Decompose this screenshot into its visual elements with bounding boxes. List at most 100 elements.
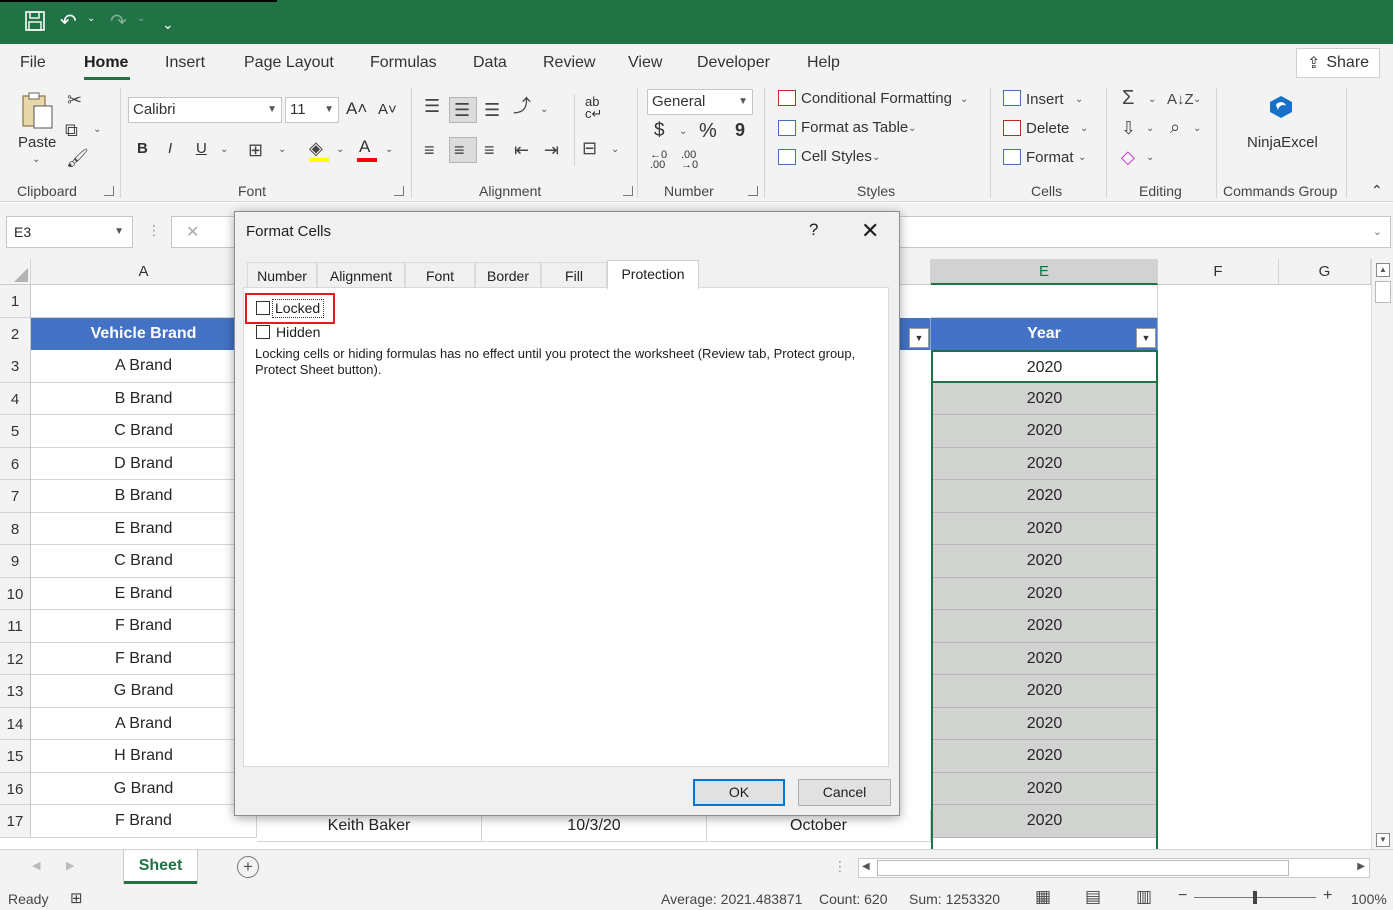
status-average[interactable]: Average: 2021.483871 [661,891,802,907]
normal-view-icon[interactable]: ▦ [1035,887,1051,907]
tab-home[interactable]: Home [84,54,128,72]
add-sheet-icon[interactable]: + [237,856,259,878]
insert-dropdown-icon[interactable]: ⌄ [1075,94,1083,105]
row-header[interactable]: 17 [0,805,31,838]
cancel-entry-icon[interactable]: ✕ [186,222,199,242]
row-header[interactable]: 15 [0,740,31,773]
clear-icon[interactable]: ◇ [1121,147,1135,167]
cell-vehicle-brand[interactable]: H Brand [31,740,257,773]
borders-dropdown-icon[interactable]: ⌄ [278,144,286,155]
cancel-button[interactable]: Cancel [798,779,891,806]
tab-insert[interactable]: Insert [165,54,205,72]
cell-vehicle-brand[interactable]: C Brand [31,415,257,448]
horizontal-scrollbar[interactable]: ◀ ▶ [858,858,1370,878]
scroll-left-icon[interactable]: ◀ [862,861,870,872]
filter-dropdown-icon[interactable]: ▼ [909,328,929,348]
column-header-e[interactable]: E [931,259,1158,285]
hidden-label[interactable]: Hidden [276,324,320,340]
cell-vehicle-brand[interactable]: G Brand [31,772,257,805]
fill-color-icon[interactable]: ◈ [309,138,323,158]
increase-font-icon[interactable]: A˄ [346,99,367,119]
format-as-table-dropdown-icon[interactable]: ⌄ [908,123,916,134]
cell-a1[interactable] [31,285,257,318]
row-header[interactable]: 5 [0,415,31,448]
row-header[interactable]: 12 [0,642,31,675]
tab-formulas[interactable]: Formulas [370,54,437,72]
horizontal-scroll-thumb[interactable] [877,860,1289,876]
ok-button[interactable]: OK [693,779,785,806]
dialog-tab-alignment[interactable]: Alignment [317,262,405,288]
font-color-icon[interactable]: A [359,137,370,157]
percent-style-button[interactable]: % [699,120,717,143]
column-header-g[interactable]: G [1279,259,1371,285]
status-count[interactable]: Count: 620 [819,891,888,907]
orientation-dropdown-icon[interactable]: ⌄ [540,104,548,115]
zoom-in-icon[interactable]: + [1323,887,1332,905]
row-header[interactable]: 2 [0,318,31,351]
row-header[interactable]: 3 [0,350,31,383]
select-all-corner[interactable] [0,259,31,285]
font-color-dropdown-icon[interactable]: ⌄ [385,144,393,155]
undo-dropdown-icon[interactable]: ⌄ [87,13,95,24]
row-header[interactable]: 4 [0,382,31,415]
cell-vehicle-brand[interactable]: E Brand [31,512,257,545]
tab-review[interactable]: Review [543,54,595,72]
cell-vehicle-brand[interactable]: B Brand [31,382,257,415]
row-header[interactable]: 11 [0,610,31,643]
macro-record-icon[interactable]: ⊞ [70,889,83,907]
paste-icon[interactable] [20,90,54,130]
fill-color-dropdown-icon[interactable]: ⌄ [336,144,344,155]
tab-file[interactable]: File [20,54,46,72]
format-cells-button[interactable]: Format [1026,149,1074,166]
cell-vehicle-brand[interactable]: G Brand [31,675,257,708]
increase-decimal-icon[interactable]: ←0.00 [650,150,667,171]
copy-icon[interactable]: ⧉ [65,120,78,140]
cell-e1[interactable] [931,285,1158,318]
cell-vehicle-brand[interactable]: A Brand [31,350,257,383]
row-header[interactable]: 9 [0,545,31,578]
ninja-excel-button[interactable]: NinjaExcel [1247,134,1318,151]
tab-help[interactable]: Help [807,54,840,72]
find-select-icon[interactable]: ⌕ [1170,117,1180,137]
clear-dropdown-icon[interactable]: ⌄ [1146,152,1154,163]
sort-dropdown-icon[interactable]: ⌄ [1193,94,1201,105]
underline-dropdown-icon[interactable]: ⌄ [220,144,228,155]
column-header-d[interactable] [899,259,931,285]
redo-dropdown-icon[interactable]: ⌄ [137,13,145,24]
expand-formula-bar-icon[interactable]: ⌄ [1373,225,1382,238]
scroll-right-icon[interactable]: ▶ [1357,861,1365,872]
page-break-view-icon[interactable]: ▥ [1136,887,1152,907]
row-header[interactable]: 7 [0,480,31,513]
row-header[interactable]: 6 [0,447,31,480]
help-icon[interactable]: ? [809,220,818,240]
paste-dropdown-icon[interactable]: ⌄ [32,154,40,165]
cell-styles-button[interactable]: Cell Styles [801,148,872,165]
insert-cells-button[interactable]: Insert [1026,91,1064,108]
tab-split-grip-icon[interactable]: ⋮ [833,858,847,875]
align-right-icon[interactable]: ≡ [484,140,495,160]
header-year[interactable]: Year [931,318,1158,350]
cell-vehicle-brand[interactable]: D Brand [31,447,257,480]
merge-center-icon[interactable]: ⊟ [582,138,597,158]
dialog-tab-number[interactable]: Number [247,262,317,288]
sheet-tab[interactable]: Sheet [124,850,197,884]
redo-icon[interactable]: ↷ [110,10,127,34]
alignment-launcher-icon[interactable] [623,186,633,196]
paste-label[interactable]: Paste [18,134,56,151]
align-left-icon[interactable]: ≡ [424,140,435,160]
vertical-scrollbar[interactable]: ▲ ▼ [1371,259,1393,849]
vertical-scroll-thumb[interactable] [1375,281,1391,303]
page-layout-view-icon[interactable]: ▤ [1085,887,1101,907]
delete-dropdown-icon[interactable]: ⌄ [1080,123,1088,134]
column-header-a[interactable]: A [31,259,257,285]
scroll-up-icon[interactable]: ▲ [1376,263,1390,277]
format-painter-icon[interactable]: 🖌 [66,148,89,168]
collapse-ribbon-icon[interactable]: ⌃ [1371,182,1383,199]
row-header[interactable]: 13 [0,675,31,708]
ninja-excel-icon[interactable] [1268,94,1294,120]
save-icon[interactable] [24,10,46,38]
sort-filter-icon[interactable]: A↓Z [1167,90,1194,110]
tab-view[interactable]: View [628,54,662,72]
status-sum[interactable]: Sum: 1253320 [909,891,1000,907]
copy-dropdown-icon[interactable]: ⌄ [93,124,101,135]
